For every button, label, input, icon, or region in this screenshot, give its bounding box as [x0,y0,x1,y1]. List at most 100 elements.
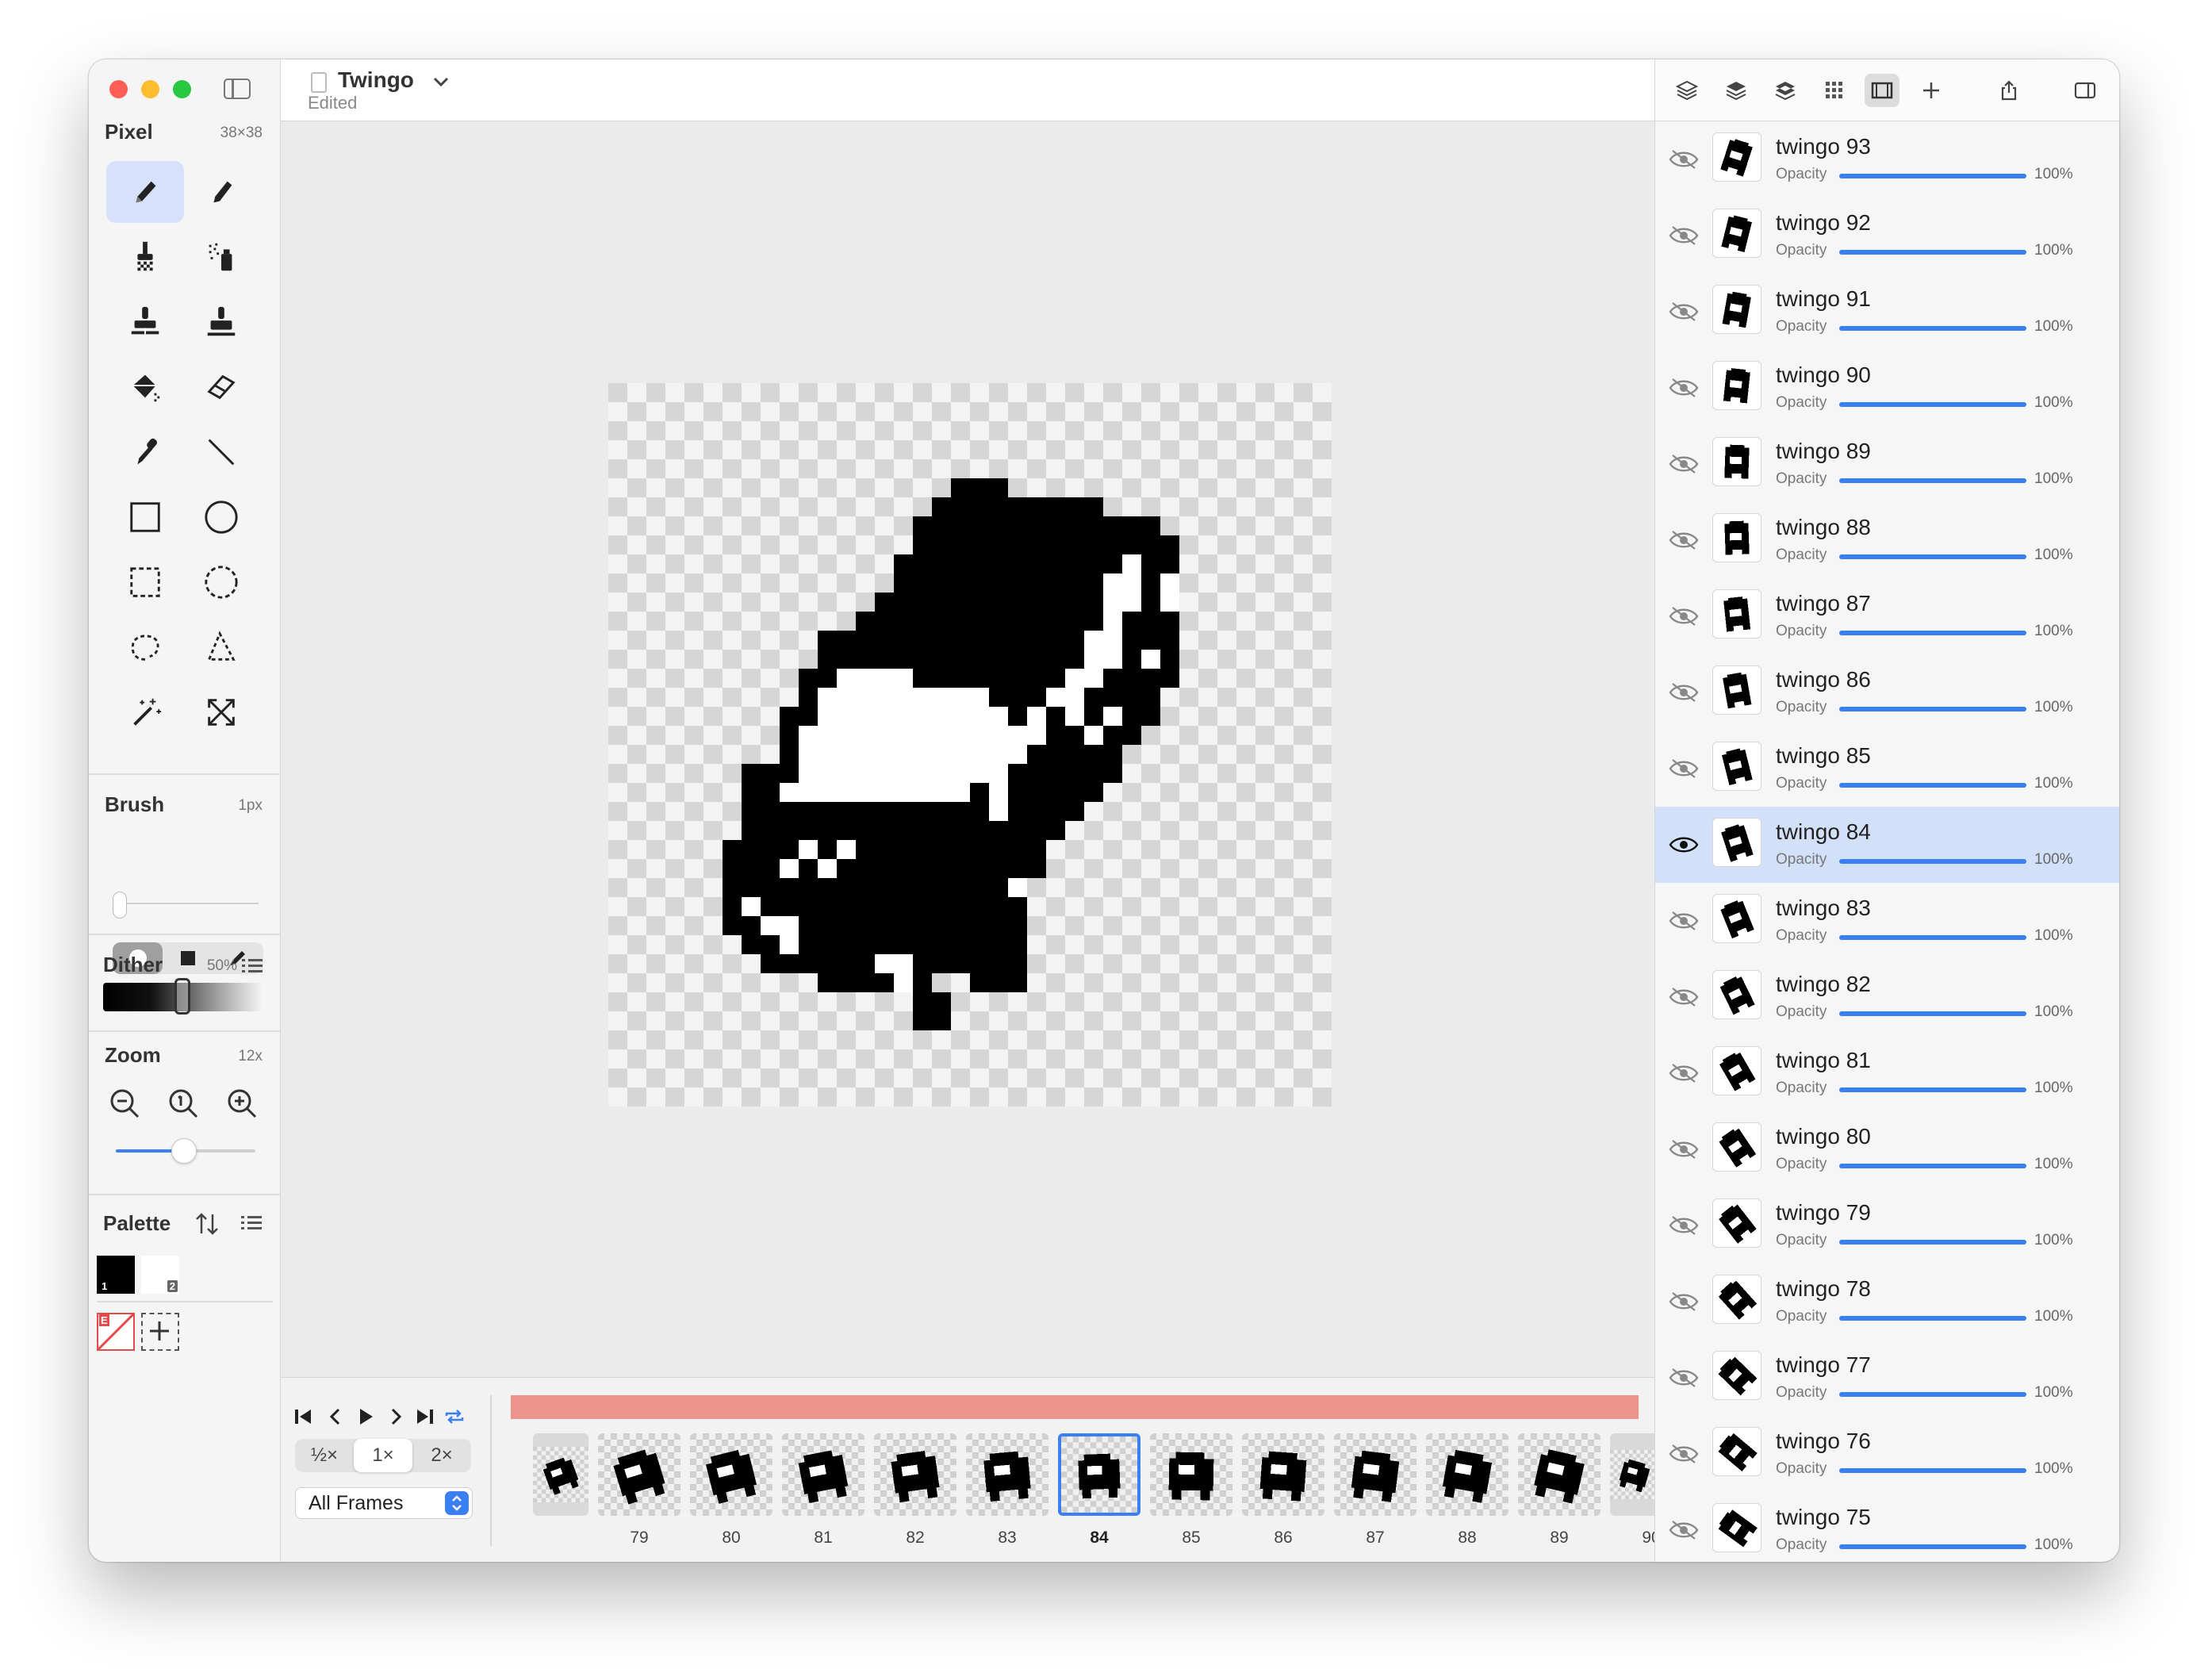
layer-name[interactable]: twingo 82 [1776,972,1871,997]
square-brush-button[interactable] [163,942,213,974]
opacity-slider[interactable] [1839,1544,2026,1549]
layer-name[interactable]: twingo 81 [1776,1048,1871,1073]
timeline-frame[interactable] [1058,1433,1140,1516]
timeline-frame[interactable] [1150,1433,1232,1516]
spray-tool-button[interactable] [182,226,260,288]
stamp-tool-button[interactable] [106,291,184,353]
opacity-slider[interactable] [1839,783,2026,788]
sidebar-toggle-icon[interactable] [224,79,251,99]
layer-name[interactable]: twingo 89 [1776,439,1871,464]
eraser-tool-button[interactable] [182,356,260,418]
layer-row[interactable]: twingo 88 Opacity 100% [1655,502,2119,578]
opacity-slider[interactable] [1839,1011,2026,1016]
opacity-slider[interactable] [1839,478,2026,483]
layer-row[interactable]: twingo 91 Opacity 100% [1655,274,2119,350]
layer-row[interactable]: twingo 86 Opacity 100% [1655,654,2119,731]
share-button[interactable] [1991,74,2026,107]
layer-name[interactable]: twingo 85 [1776,743,1871,769]
eye-slash-icon[interactable] [1668,1442,1700,1466]
zoom-actual-size-icon[interactable] [167,1087,201,1122]
layer-name[interactable]: twingo 76 [1776,1429,1871,1454]
eye-slash-icon[interactable] [1668,224,1700,247]
list-icon[interactable] [242,957,263,975]
opacity-slider[interactable] [1839,402,2026,407]
opacity-slider[interactable] [1839,1240,2026,1245]
opacity-slider[interactable] [1839,1392,2026,1397]
zoom-window-button[interactable] [173,80,191,98]
first-frame-icon[interactable] [292,1405,316,1429]
opacity-slider[interactable] [1839,707,2026,712]
close-window-button[interactable] [109,80,128,98]
chevron-down-icon[interactable] [431,72,450,91]
layer-name[interactable]: twingo 75 [1776,1505,1871,1530]
eye-slash-icon[interactable] [1668,528,1700,552]
timeline-frame[interactable] [598,1433,680,1516]
layer-row[interactable]: twingo 87 Opacity 100% [1655,578,2119,654]
speed-2x-button[interactable]: 2× [412,1439,471,1472]
layer-name[interactable]: twingo 86 [1776,667,1871,692]
opacity-slider[interactable] [1839,1316,2026,1321]
eye-slash-icon[interactable] [1668,681,1700,704]
layers-view-button[interactable] [1669,74,1704,107]
layer-row[interactable]: twingo 76 Opacity 100% [1655,1416,2119,1492]
eye-slash-icon[interactable] [1668,1137,1700,1161]
layer-name[interactable]: twingo 92 [1776,210,1871,236]
fill-bucket-tool-button[interactable] [106,356,184,418]
layer-name[interactable]: twingo 83 [1776,896,1871,921]
layer-row[interactable]: twingo 81 Opacity 100% [1655,1035,2119,1111]
next-frame-icon[interactable] [384,1405,408,1429]
palette-swatch-white[interactable]: 2 [141,1256,179,1294]
layer-row[interactable]: twingo 93 Opacity 100% [1655,121,2119,198]
layer-name[interactable]: twingo 84 [1776,819,1871,845]
layer-row[interactable]: twingo 85 Opacity 100% [1655,731,2119,807]
zoom-out-icon[interactable] [108,1087,143,1122]
eye-slash-icon[interactable] [1668,1366,1700,1390]
opacity-slider[interactable] [1839,1164,2026,1168]
eye-icon[interactable] [1668,833,1700,857]
eye-slash-icon[interactable] [1668,1290,1700,1314]
line-tool-button[interactable] [182,421,260,483]
stamp-alt-tool-button[interactable] [182,291,260,353]
ellipse-select-tool-button[interactable] [182,551,260,613]
layer-name[interactable]: twingo 93 [1776,134,1871,159]
opacity-slider[interactable] [1839,631,2026,635]
magic-wand-tool-button[interactable] [106,681,184,743]
dither-brush-tool-button[interactable] [106,226,184,288]
timeline-frame[interactable] [1242,1433,1324,1516]
add-color-button[interactable] [141,1313,179,1351]
timeline-frame[interactable] [1426,1433,1508,1516]
eye-slash-icon[interactable] [1668,604,1700,628]
loop-icon[interactable] [443,1405,466,1429]
rectangle-tool-button[interactable] [106,486,184,548]
play-icon[interactable] [354,1405,378,1429]
eye-slash-icon[interactable] [1668,1214,1700,1237]
eye-slash-icon[interactable] [1668,1518,1700,1542]
layer-row[interactable]: twingo 92 Opacity 100% [1655,198,2119,274]
eye-slash-icon[interactable] [1668,300,1700,324]
eyedropper-tool-button[interactable] [106,421,184,483]
layer-name[interactable]: twingo 80 [1776,1124,1871,1149]
brush-size-slider-thumb[interactable] [113,892,127,919]
layer-row[interactable]: twingo 83 Opacity 100% [1655,883,2119,959]
last-frame-icon[interactable] [412,1405,436,1429]
timeline-frame[interactable] [1334,1433,1416,1516]
eye-slash-icon[interactable] [1668,148,1700,171]
zoom-in-icon[interactable] [225,1087,260,1122]
opacity-slider[interactable] [1839,326,2026,331]
opacity-slider[interactable] [1839,859,2026,864]
layer-row[interactable]: twingo 82 Opacity 100% [1655,959,2119,1035]
layer-row[interactable]: twingo 78 Opacity 100% [1655,1264,2119,1340]
playback-speed-control[interactable]: ½× 1× 2× [295,1439,471,1472]
palette-list-icon[interactable] [241,1214,262,1232]
pencil-tool-button[interactable] [106,161,184,223]
timeline-frame[interactable] [782,1433,864,1516]
eye-slash-icon[interactable] [1668,985,1700,1009]
pixel-canvas[interactable] [608,383,1332,1107]
brush-size-slider-track[interactable] [116,903,259,904]
transform-tool-button[interactable] [182,681,260,743]
dither-slider-thumb[interactable] [174,978,190,1015]
minimize-window-button[interactable] [141,80,159,98]
eye-slash-icon[interactable] [1668,376,1700,400]
timeline-frame[interactable] [966,1433,1048,1516]
rect-select-tool-button[interactable] [106,551,184,613]
